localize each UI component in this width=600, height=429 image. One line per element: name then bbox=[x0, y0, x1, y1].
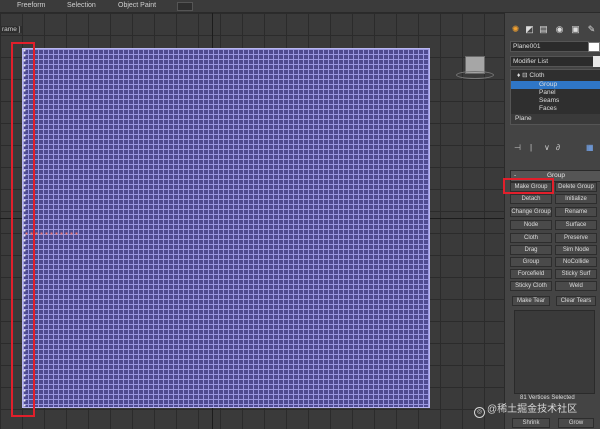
stack-item-seams[interactable]: Seams bbox=[511, 97, 600, 105]
sticky-surf-button[interactable]: Sticky Surf bbox=[555, 269, 597, 279]
bulb-icon[interactable]: ♦ ⊟ bbox=[517, 72, 529, 79]
create-icon[interactable]: ✺ bbox=[510, 24, 521, 35]
viewport-label[interactable]: rame ] bbox=[0, 26, 23, 33]
stack-item-group[interactable]: Group bbox=[511, 81, 600, 89]
stack-item-plane[interactable]: Plane bbox=[511, 114, 600, 124]
stack-item-cloth[interactable]: ♦ ⊟ Cloth bbox=[511, 72, 600, 80]
hierarchy-icon[interactable]: ▤ bbox=[538, 24, 549, 35]
show-end-result-icon[interactable]: | bbox=[530, 143, 532, 152]
nocollide-button[interactable]: NoCollide bbox=[555, 257, 597, 267]
sticky-cloth-button[interactable]: Sticky Cloth bbox=[510, 281, 552, 291]
drag-button[interactable]: Drag bbox=[510, 245, 552, 255]
clear-tears-button[interactable]: Clear Tears bbox=[556, 296, 596, 306]
modifier-list-arrow[interactable] bbox=[593, 56, 600, 67]
command-panel-tabs: ✺ ◩ ▤ ◉ ▣ ✎ bbox=[508, 24, 600, 38]
surface-button[interactable]: Surface bbox=[555, 220, 597, 230]
delete-group-button[interactable]: Delete Group bbox=[555, 182, 597, 192]
motion-icon[interactable]: ◉ bbox=[554, 24, 565, 35]
detach-button[interactable]: Detach bbox=[510, 194, 552, 204]
cloth-plane-mesh[interactable] bbox=[22, 48, 430, 408]
rename-button[interactable]: Rename bbox=[555, 207, 597, 217]
viewcube-ring[interactable] bbox=[456, 71, 494, 79]
grow-button[interactable]: Grow bbox=[558, 418, 594, 428]
modifier-stack: ♦ ⊟ Cloth Group Panel Seams Faces Plane bbox=[510, 69, 600, 125]
object-color-swatch[interactable] bbox=[588, 42, 600, 52]
forcefield-button[interactable]: Forcefield bbox=[510, 269, 552, 279]
ribbon-options-dropdown[interactable] bbox=[177, 2, 193, 11]
stack-item-panel[interactable]: Panel bbox=[511, 89, 600, 97]
stack-item-faces[interactable]: Faces bbox=[511, 105, 600, 113]
modifier-list-dropdown[interactable]: Modifier List bbox=[510, 56, 596, 67]
preserve-button[interactable]: Preserve bbox=[555, 233, 597, 243]
watermark: ◎ @稀土掘金技术社区 bbox=[474, 400, 577, 418]
remove-modifier-icon[interactable]: ∂ bbox=[556, 143, 560, 152]
watermark-logo-icon: ◎ bbox=[474, 407, 485, 418]
make-group-highlight bbox=[503, 178, 554, 194]
group-button[interactable]: Group bbox=[510, 257, 552, 267]
change-group-button[interactable]: Change Group bbox=[510, 207, 552, 217]
cloth-button[interactable]: Cloth bbox=[510, 233, 552, 243]
stack-tools: ⊣ | ∨ ∂ ▦ bbox=[510, 143, 600, 153]
pin-stack-icon[interactable]: ⊣ bbox=[514, 143, 521, 152]
display-icon[interactable]: ▣ bbox=[570, 24, 581, 35]
tab-selection[interactable]: Selection bbox=[67, 2, 96, 9]
node-button[interactable]: Node bbox=[510, 220, 552, 230]
selection-highlight-box bbox=[11, 42, 35, 417]
tab-object-paint[interactable]: Object Paint bbox=[118, 2, 156, 9]
utilities-icon[interactable]: ✎ bbox=[586, 24, 597, 35]
ribbon-tab-bar: Freeform Selection Object Paint bbox=[0, 0, 600, 13]
make-tear-button[interactable]: Make Tear bbox=[512, 296, 550, 306]
group-listbox[interactable] bbox=[514, 310, 595, 394]
tab-freeform[interactable]: Freeform bbox=[17, 2, 45, 9]
weld-button[interactable]: Weld bbox=[555, 281, 597, 291]
shrink-button[interactable]: Shrink bbox=[512, 418, 550, 428]
sim-node-button[interactable]: Sim Node bbox=[555, 245, 597, 255]
initialize-button[interactable]: Initialize bbox=[555, 194, 597, 204]
configure-sets-icon[interactable]: ▦ bbox=[586, 143, 594, 152]
modify-icon[interactable]: ◩ bbox=[524, 24, 535, 35]
object-name-field[interactable]: Plane001 bbox=[510, 41, 589, 52]
make-unique-icon[interactable]: ∨ bbox=[544, 143, 550, 152]
